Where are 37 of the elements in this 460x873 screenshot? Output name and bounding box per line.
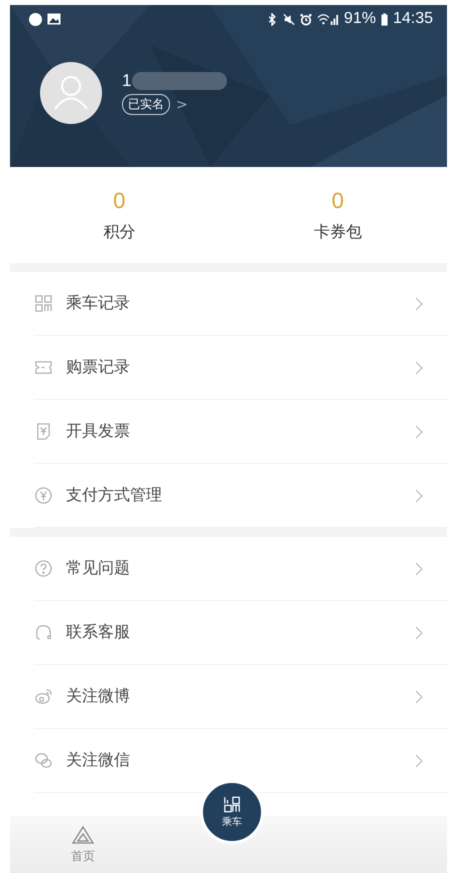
phone-number: 1 (122, 71, 132, 91)
image-icon (47, 13, 61, 25)
ride-button[interactable]: 乘车 (200, 780, 264, 844)
stat-label[interactable]: 卡券包 (314, 222, 362, 242)
ticket-icon (34, 358, 53, 377)
chevron-icon (415, 626, 423, 640)
weibo-icon (34, 687, 53, 706)
verified-badge[interactable]: 已实名 (122, 94, 170, 115)
avatar-icon[interactable] (40, 62, 102, 124)
qr-code-icon (223, 796, 241, 812)
alarm-icon (300, 12, 312, 26)
qr-code-icon (34, 294, 53, 313)
menu-item[interactable]: 开具发票 (34, 400, 447, 464)
status-time: 14:35 (392, 10, 433, 28)
menu-item[interactable]: 购票记录 (34, 336, 447, 400)
triangle-icon (71, 824, 95, 844)
chevron-icon (415, 562, 423, 576)
chevron-icon (415, 690, 423, 704)
chevron-icon (415, 360, 423, 374)
help-icon (34, 559, 53, 578)
chevron-icon (415, 754, 423, 768)
receipt-icon (34, 422, 53, 441)
menu-item[interactable]: 乘车记录 (34, 272, 447, 336)
chevron-icon (415, 296, 423, 310)
chevron-icon (415, 488, 423, 502)
menu-item[interactable]: 常见问题 (34, 537, 447, 601)
menu-item[interactable]: 联系客服 (34, 601, 447, 665)
battery-percent: 91% (344, 10, 376, 28)
chevron-icon: > (176, 96, 188, 112)
wifi-signal-icon (316, 12, 339, 26)
menu-item[interactable]: 关注微博 (34, 665, 447, 729)
stat-label[interactable]: 积分 (103, 222, 136, 242)
mute-icon (282, 12, 295, 26)
chevron-icon (415, 424, 423, 438)
yen-coin-icon (34, 486, 53, 505)
headset-icon (34, 623, 53, 642)
chat-bubbles-icon (34, 751, 53, 770)
